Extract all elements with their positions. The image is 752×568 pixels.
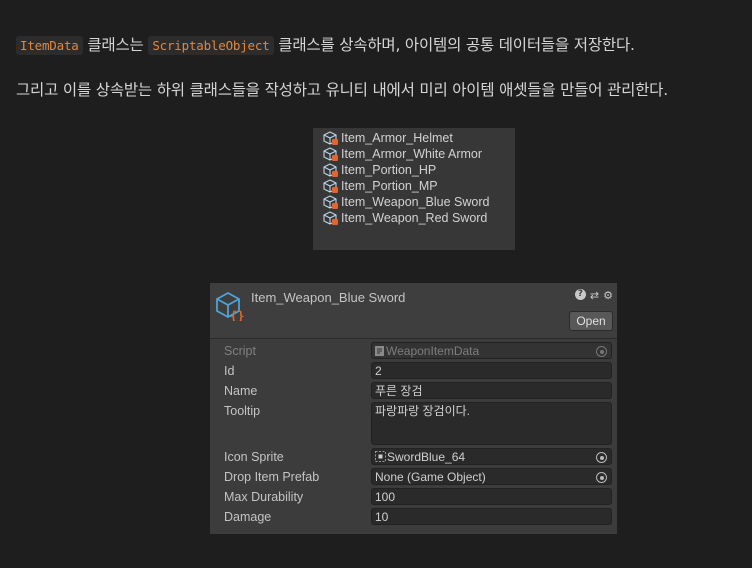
asset-item[interactable]: Item_Weapon_Red Sword xyxy=(323,210,487,226)
field-label: Drop Item Prefab xyxy=(224,470,320,484)
field-label: Tooltip xyxy=(224,404,261,418)
drop-item-prefab-field[interactable]: None (Game Object) xyxy=(371,468,612,485)
presets-icon[interactable]: ⇄ xyxy=(590,289,599,302)
inspector-panel: {} Item_Weapon_Blue Sword ? ⇄ ⚙ Open Scr… xyxy=(210,283,617,534)
scriptable-object-icon xyxy=(323,131,338,145)
asset-name: Item_Armor_White Armor xyxy=(341,147,483,161)
scriptable-object-icon xyxy=(323,147,338,161)
scriptable-object-icon xyxy=(323,179,338,193)
field-label: Id xyxy=(224,364,235,378)
inspector-title: Item_Weapon_Blue Sword xyxy=(251,290,406,305)
icon-sprite-field[interactable]: SwordBlue_64 xyxy=(371,448,612,465)
object-picker-icon[interactable] xyxy=(596,452,607,463)
field-row-max-durability: Max Durability 100 xyxy=(210,487,617,507)
id-field[interactable]: 2 xyxy=(371,362,612,379)
object-picker-icon[interactable] xyxy=(596,472,607,483)
script-file-icon xyxy=(375,346,384,356)
inline-code-itemdata: ItemData xyxy=(16,36,83,55)
asset-name: Item_Armor_Helmet xyxy=(341,131,453,145)
asset-name: Item_Weapon_Blue Sword xyxy=(341,195,490,209)
intro-text-2: 클래스를 상속하며, 아이템의 공통 데이터들을 저장한다. xyxy=(273,36,635,54)
damage-field[interactable]: 10 xyxy=(371,508,612,525)
field-row-script: Script WeaponItemData xyxy=(210,341,617,361)
asset-name: Item_Portion_HP xyxy=(341,163,437,177)
intro-text-1: 클래스는 xyxy=(82,36,149,54)
field-label: Icon Sprite xyxy=(224,450,284,464)
header-icons: ? ⇄ ⚙ xyxy=(574,289,613,302)
tooltip-textarea[interactable]: 파랑파랑 장검이다. xyxy=(371,402,612,445)
field-row-drop-item-prefab: Drop Item Prefab None (Game Object) xyxy=(210,467,617,487)
asset-item[interactable]: Item_Weapon_Blue Sword xyxy=(323,194,489,210)
field-label: Script xyxy=(224,344,256,358)
gear-icon[interactable]: ⚙ xyxy=(603,289,613,302)
asset-item[interactable]: Item_Armor_Helmet xyxy=(323,130,453,146)
help-icon[interactable]: ? xyxy=(574,289,586,300)
field-label: Damage xyxy=(224,510,272,524)
inline-code-scriptableobject: ScriptableObject xyxy=(148,36,274,55)
name-field[interactable]: 푸른 장검 xyxy=(371,382,612,399)
field-value: WeaponItemData xyxy=(386,344,480,358)
object-picker-icon[interactable] xyxy=(596,346,607,357)
open-button[interactable]: Open xyxy=(569,311,613,331)
asset-item[interactable]: Item_Portion_MP xyxy=(323,178,438,194)
field-row-damage: Damage 10 xyxy=(210,507,617,527)
svg-text:{}: {} xyxy=(230,309,244,321)
field-row-id: Id 2 xyxy=(210,361,617,381)
scriptable-object-icon xyxy=(323,195,338,209)
inspector-header: {} Item_Weapon_Blue Sword ? ⇄ ⚙ Open xyxy=(210,283,617,339)
field-row-icon-sprite: Icon Sprite SwordBlue_64 xyxy=(210,447,617,467)
scriptable-object-large-icon: {} xyxy=(216,291,244,321)
max-durability-field[interactable]: 100 xyxy=(371,488,612,505)
intro-line-1: ItemData 클래스는 ScriptableObject 클래스를 상속하며… xyxy=(16,33,635,55)
intro-line-2: 그리고 이를 상속받는 하위 클래스들을 작성하고 유니티 내에서 미리 아이템… xyxy=(16,81,668,99)
field-label: Name xyxy=(224,384,258,398)
asset-name: Item_Weapon_Red Sword xyxy=(341,211,488,225)
asset-list-panel: Item_Armor_Helmet Item_Armor_White Armor… xyxy=(313,128,515,250)
asset-item[interactable]: Item_Portion_HP xyxy=(323,162,436,178)
field-value: SwordBlue_64 xyxy=(387,450,466,464)
field-row-tooltip: Tooltip 파랑파랑 장검이다. xyxy=(210,401,617,445)
field-row-name: Name 푸른 장검 xyxy=(210,381,617,401)
asset-item[interactable]: Item_Armor_White Armor xyxy=(323,146,482,162)
scriptable-object-icon xyxy=(323,163,338,177)
field-value: None (Game Object) xyxy=(375,470,486,484)
script-field[interactable]: WeaponItemData xyxy=(371,342,612,359)
sprite-icon xyxy=(375,451,386,462)
field-label: Max Durability xyxy=(224,490,304,504)
asset-name: Item_Portion_MP xyxy=(341,179,438,193)
scriptable-object-icon xyxy=(323,211,338,225)
